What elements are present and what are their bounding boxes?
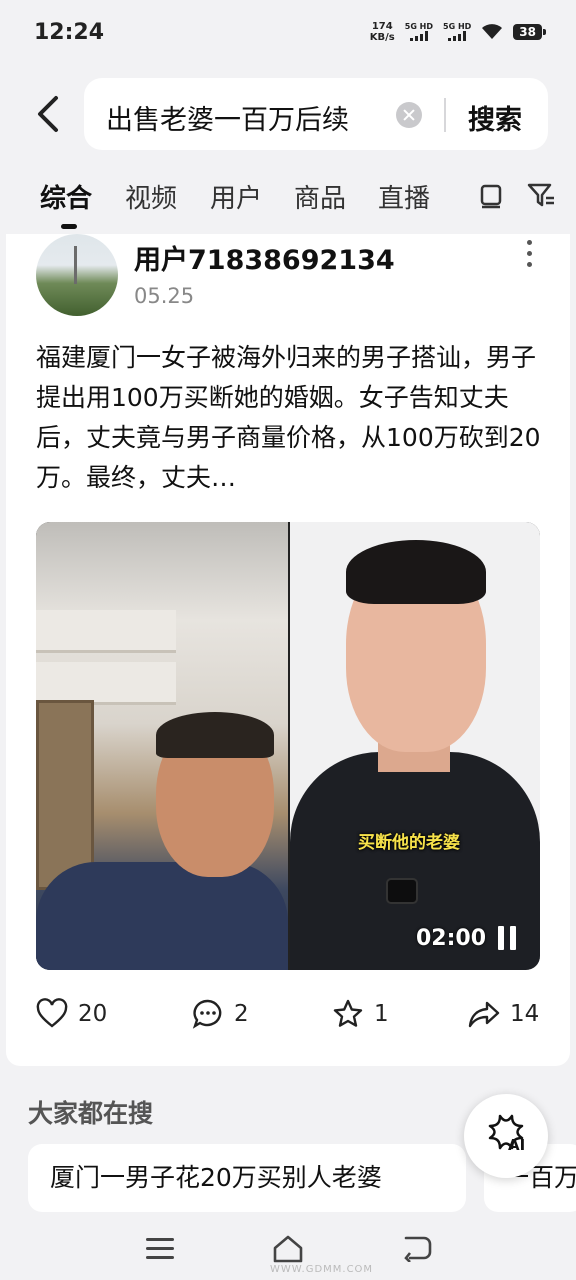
active-tab-indicator	[61, 224, 77, 229]
like-button[interactable]: 20	[36, 998, 107, 1030]
comment-button[interactable]: 2	[192, 998, 249, 1030]
search-results-screen: 12:24 174 KB/s 5G HD 5G HD 38 出售老婆一百万后续 …	[0, 0, 576, 1280]
share-arrow-icon	[468, 1001, 500, 1028]
battery-icon: 38	[513, 24, 546, 40]
ai-label: AI	[508, 1136, 526, 1154]
status-icons: 174 KB/s 5G HD 5G HD 38	[370, 21, 546, 43]
tab-comprehensive[interactable]: 综合	[40, 178, 92, 215]
post-card[interactable]: 用户71838692134 05.25 福建厦门一女子被海外归来的男子搭讪，男子…	[6, 234, 570, 1066]
post-username[interactable]: 用户71838692134	[134, 238, 395, 277]
microphone-icon	[386, 878, 418, 904]
comment-icon	[192, 999, 222, 1029]
tab-video[interactable]: 视频	[125, 178, 177, 215]
video-thumbnail[interactable]: 买断他的老婆 02:00	[36, 522, 540, 970]
status-bar: 12:24 174 KB/s 5G HD 5G HD 38	[0, 0, 576, 64]
result-tabs: 综合 视频 用户 商品 直播	[0, 168, 576, 229]
search-query-text[interactable]: 出售老婆一百万后续	[106, 98, 378, 137]
back-arrow-icon[interactable]	[30, 92, 66, 136]
network-speed: 174 KB/s	[370, 21, 395, 43]
recent-apps-icon[interactable]	[146, 1238, 174, 1260]
tab-products[interactable]: 商品	[294, 178, 346, 215]
heart-icon	[36, 998, 68, 1028]
video-left-frame	[36, 522, 288, 970]
back-nav-icon[interactable]	[402, 1234, 432, 1262]
tab-live[interactable]: 直播	[378, 178, 430, 215]
share-count: 14	[510, 1001, 540, 1027]
post-actions: 20 2 1 14	[6, 998, 570, 1038]
favorite-button[interactable]: 1	[332, 998, 389, 1030]
avatar[interactable]	[36, 234, 118, 316]
comment-count: 2	[234, 1001, 249, 1027]
search-input[interactable]: 出售老婆一百万后续 搜索	[84, 78, 548, 150]
network-speed-unit: KB/s	[369, 32, 395, 43]
home-icon[interactable]	[272, 1234, 304, 1264]
search-divider	[444, 98, 446, 132]
ai-assistant-button[interactable]: AI	[464, 1094, 548, 1178]
sim2-signal-icon: 5G HD	[443, 23, 471, 41]
watermark: WWW.GDMM.COM	[270, 1264, 374, 1275]
sim1-signal-icon: 5G HD	[405, 23, 433, 41]
video-caption: 买断他的老婆	[358, 833, 460, 853]
sim2-label: 5G HD	[443, 22, 472, 31]
tab-expand-icon[interactable]	[476, 180, 506, 210]
like-count: 20	[78, 1001, 108, 1027]
more-options-icon[interactable]	[522, 240, 536, 272]
trending-chip[interactable]: 厦门一男子花20万买别人老婆	[28, 1144, 466, 1212]
video-duration: 02:00	[416, 926, 487, 951]
post-date: 05.25	[134, 284, 195, 308]
pause-icon[interactable]	[498, 926, 518, 950]
post-text[interactable]: 福建厦门一女子被海外归来的男子搭讪，男子提出用100万买断她的婚姻。女子告知丈夫…	[36, 338, 542, 498]
video-right-frame: 买断他的老婆 02:00	[290, 522, 540, 970]
filter-icon[interactable]	[526, 180, 556, 210]
search-button[interactable]: 搜索	[468, 98, 522, 137]
sim1-label: 5G HD	[404, 22, 434, 31]
star-icon	[333, 999, 363, 1027]
search-header: 出售老婆一百万后续 搜索	[0, 72, 576, 156]
share-button[interactable]: 14	[468, 998, 539, 1030]
clear-search-icon[interactable]	[396, 102, 422, 128]
wifi-icon	[482, 24, 503, 39]
tab-users[interactable]: 用户	[210, 178, 262, 215]
system-nav-bar: WWW.GDMM.COM	[0, 1220, 576, 1280]
network-speed-value: 174	[371, 21, 393, 32]
status-time: 12:24	[34, 19, 105, 45]
trending-title: 大家都在搜	[28, 1099, 154, 1128]
favorite-count: 1	[374, 1001, 389, 1027]
